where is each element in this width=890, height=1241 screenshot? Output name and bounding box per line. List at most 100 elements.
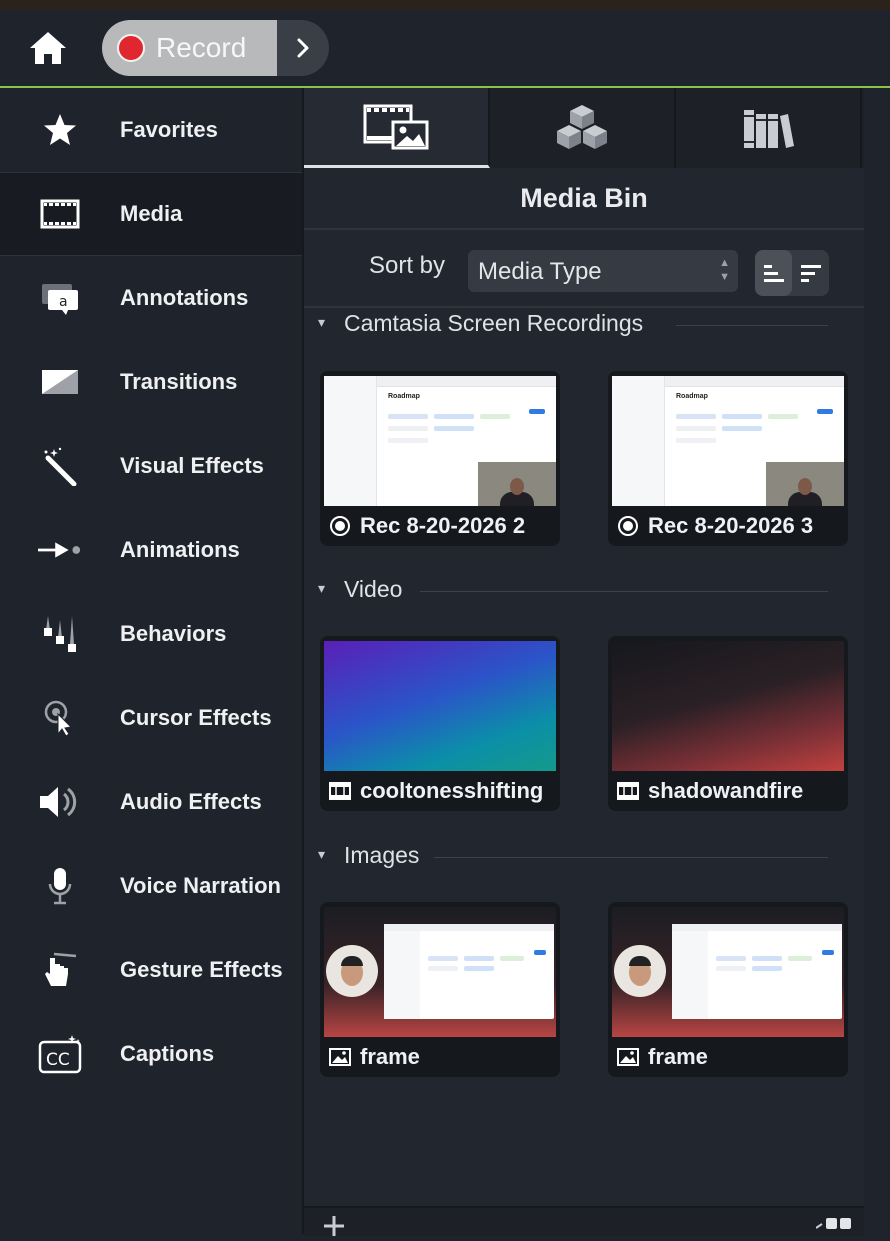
media-item-video-1[interactable]: cooltonesshifting (320, 636, 560, 811)
section-label-video: Video (344, 576, 403, 602)
media-item-label: Rec 8-20-2026 3 (648, 513, 814, 538)
media-item-label: Rec 8-20-2026 2 (360, 513, 526, 538)
tab-media-bin[interactable] (304, 88, 490, 168)
webcam-overlay (478, 462, 556, 506)
image-icon (328, 1045, 352, 1069)
recording-icon (328, 514, 352, 538)
sidebar-label-behaviors: Behaviors (120, 621, 227, 646)
sidebar-label-transitions: Transitions (120, 369, 238, 394)
sidebar-item-media[interactable]: Media (0, 172, 302, 256)
record-options-button[interactable] (277, 20, 329, 76)
media-bin-panel: Media Bin Sort by Media Type ▲ ▼ ▾ Camta… (304, 88, 864, 1236)
section-divider (434, 857, 828, 858)
image-thumbnail (612, 907, 844, 1037)
media-item-recording-2[interactable]: Roadmap Rec 8-20-2026 3 (608, 371, 848, 546)
sidebar-item-captions[interactable]: CC Captions (0, 1012, 302, 1096)
webcam-circle (614, 945, 666, 997)
media-item-image-2[interactable]: frame (608, 902, 848, 1077)
sidebar-label-gesture-effects: Gesture Effects (120, 957, 283, 982)
recording-icon (616, 514, 640, 538)
thumb-title: Roadmap (676, 393, 708, 400)
sidebar-item-favorites[interactable]: Favorites (0, 88, 302, 172)
thumbnail-size-button[interactable] (815, 1216, 852, 1241)
thumb-title: Roadmap (388, 393, 420, 400)
sidebar-item-gesture-effects[interactable]: Gesture Effects (0, 928, 302, 1012)
sidebar-item-annotations[interactable]: a Annotations (0, 256, 302, 340)
collapse-caret-icon: ▾ (318, 580, 326, 596)
view-toggle (755, 250, 829, 296)
sidebar-label-media: Media (120, 201, 183, 226)
gesture-hand-icon (38, 948, 82, 992)
sidebar-item-cursor-effects[interactable]: Cursor Effects (0, 676, 302, 760)
sidebar-item-voice-narration[interactable]: Voice Narration (0, 844, 302, 928)
svg-text:CC: CC (46, 1050, 70, 1070)
top-toolbar: Record (0, 10, 890, 88)
sidebar-item-behaviors[interactable]: Behaviors (0, 592, 302, 676)
transition-icon (38, 360, 82, 404)
sidebar-label-favorites: Favorites (120, 117, 218, 142)
recording-thumbnail: Roadmap (324, 376, 556, 506)
cc-icon: CC (38, 1032, 82, 1076)
plus-icon (324, 1216, 344, 1236)
sidebar-item-audio-effects[interactable]: Audio Effects (0, 760, 302, 844)
sidebar-label-captions: Captions (120, 1041, 215, 1066)
sort-ascending-icon (763, 265, 784, 282)
record-button[interactable]: Record (102, 20, 277, 76)
sidebar-item-visual-effects[interactable]: Visual Effects (0, 424, 302, 508)
section-divider (420, 591, 828, 592)
section-header-images[interactable]: ▾ Images (304, 842, 834, 872)
sort-dropdown[interactable]: Media Type ▲ ▼ (468, 250, 738, 292)
sidebar-label-voice-narration: Voice Narration (120, 873, 281, 898)
film-icon (38, 192, 82, 236)
media-bin-title: Media Bin (304, 168, 864, 230)
section-divider (676, 325, 828, 326)
media-item-recording-1[interactable]: Roadmap Rec 8-20-2026 2 (320, 371, 560, 546)
film-icon (328, 779, 352, 803)
star-icon (38, 108, 82, 152)
sidebar-item-transitions[interactable]: Transitions (0, 340, 302, 424)
sidebar-item-animations[interactable]: Animations (0, 508, 302, 592)
webcam-circle (326, 945, 378, 997)
home-button[interactable] (24, 24, 72, 72)
animation-arrow-icon (38, 528, 82, 572)
collapse-caret-icon: ▾ (318, 846, 326, 862)
media-item-label: cooltonesshifting (360, 778, 544, 803)
section-label-recordings: Camtasia Screen Recordings (344, 310, 644, 336)
media-bin-icon (363, 104, 429, 149)
recording-thumbnail: Roadmap (612, 376, 844, 506)
tab-library[interactable] (490, 88, 676, 168)
sidebar-label-cursor-effects: Cursor Effects (120, 705, 272, 730)
sort-descending-icon (800, 265, 821, 282)
video-thumbnail (612, 641, 844, 771)
import-media-button[interactable] (320, 1214, 348, 1241)
bottom-toolbar (304, 1206, 864, 1236)
collapse-caret-icon: ▾ (318, 314, 326, 330)
tab-assets[interactable] (676, 88, 862, 168)
grid-view-icon (815, 1218, 851, 1229)
cursor-icon (38, 696, 82, 740)
magic-wand-icon (38, 444, 82, 488)
video-thumbnail (324, 641, 556, 771)
microphone-icon (38, 864, 82, 908)
media-item-image-1[interactable]: frame (320, 902, 560, 1077)
media-item-label: frame (648, 1044, 708, 1069)
section-header-video[interactable]: ▾ Video (304, 576, 834, 606)
window-top-strip (0, 0, 890, 10)
callout-icon: a (38, 276, 82, 320)
home-icon (30, 32, 66, 64)
section-label-images: Images (344, 842, 420, 868)
behaviors-icon (38, 612, 82, 656)
sort-ascending-button[interactable] (755, 250, 792, 296)
sort-by-label: Sort by (369, 252, 446, 279)
sidebar-label-animations: Animations (120, 537, 240, 562)
tools-sidebar: Favorites Media a Annotations Transition… (0, 88, 304, 1234)
sidebar-label-annotations: Annotations (120, 285, 249, 310)
film-icon (616, 779, 640, 803)
section-header-recordings[interactable]: ▾ Camtasia Screen Recordings (304, 310, 834, 340)
media-item-video-2[interactable]: shadowandfire (608, 636, 848, 811)
panel-tabs (304, 88, 864, 168)
updown-arrows-icon: ▲ ▼ (719, 257, 730, 283)
sort-descending-button[interactable] (792, 250, 829, 296)
media-item-label: frame (360, 1044, 420, 1069)
sidebar-label-visual-effects: Visual Effects (120, 453, 264, 478)
